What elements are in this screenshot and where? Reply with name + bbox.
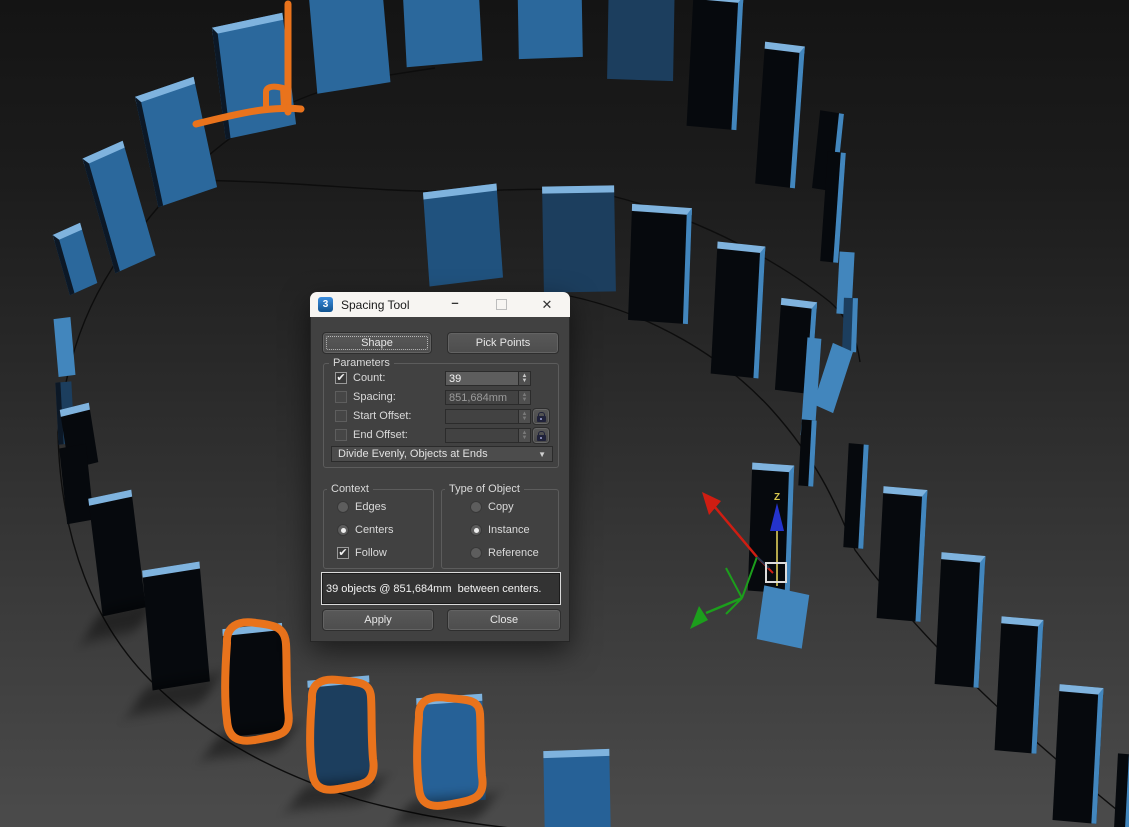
divide-mode-value: Divide Evenly, Objects at Ends xyxy=(338,448,488,460)
reference-label: Reference xyxy=(488,547,539,559)
close-button[interactable]: ✕ xyxy=(524,292,570,317)
start-offset-field[interactable] xyxy=(445,409,519,424)
start-offset-lock-button[interactable] xyxy=(532,408,550,425)
maximize-icon xyxy=(495,299,507,310)
annotation-stroke xyxy=(413,693,487,810)
viewport-3d[interactable]: Z 3 Spacing Tool – ✕ Shape Pick Points P… xyxy=(0,0,1129,827)
context-group-label: Context xyxy=(327,483,373,495)
dialog-body: Shape Pick Points Parameters ✔ Count: ▲▼… xyxy=(310,317,570,642)
instance-radio[interactable] xyxy=(470,524,482,536)
dialog-title: Spacing Tool xyxy=(341,297,410,312)
lock-icon xyxy=(536,431,546,441)
end-offset-label: End Offset: xyxy=(353,429,408,441)
centers-label: Centers xyxy=(355,524,394,536)
count-spinner[interactable]: ▲ ▼ xyxy=(519,371,531,386)
instance-label: Instance xyxy=(488,524,530,536)
annotation-stroke xyxy=(306,675,378,794)
start-offset-label: Start Offset: xyxy=(353,410,412,422)
count-label: Count: xyxy=(353,372,386,384)
status-text: 39 objects @ 851,684mm between centers. xyxy=(326,582,542,595)
count-field[interactable] xyxy=(445,371,519,386)
type-of-object-group-label: Type of Object xyxy=(445,483,524,495)
spacing-tool-dialog[interactable]: 3 Spacing Tool – ✕ Shape Pick Points Par… xyxy=(310,292,570,642)
close-dialog-button[interactable]: Close xyxy=(447,609,561,631)
end-offset-checkbox[interactable] xyxy=(335,429,347,441)
divide-mode-dropdown[interactable]: Divide Evenly, Objects at Ends ▼ xyxy=(331,446,553,462)
spacing-spinner[interactable]: ▲ ▼ xyxy=(519,390,531,405)
spacing-checkbox[interactable] xyxy=(335,391,347,403)
minimize-button[interactable]: – xyxy=(432,290,478,319)
copy-label: Copy xyxy=(488,501,514,513)
reference-radio[interactable] xyxy=(470,547,482,559)
spacing-label: Spacing: xyxy=(353,391,396,403)
start-offset-checkbox[interactable] xyxy=(335,410,347,422)
shape-button[interactable]: Shape xyxy=(322,332,432,354)
chevron-down-icon: ▼ xyxy=(538,449,546,459)
apply-button[interactable]: Apply xyxy=(322,609,434,631)
lock-icon xyxy=(536,412,546,422)
parameters-group-label: Parameters xyxy=(329,357,394,369)
annotation-stroke xyxy=(221,618,293,745)
end-offset-spinner[interactable]: ▲ ▼ xyxy=(519,428,531,443)
dialog-titlebar[interactable]: 3 Spacing Tool – ✕ xyxy=(310,292,570,317)
centers-radio[interactable] xyxy=(337,524,349,536)
3dsmax-app-icon: 3 xyxy=(318,297,333,312)
count-checkbox[interactable]: ✔ xyxy=(335,372,347,384)
start-offset-spinner[interactable]: ▲ ▼ xyxy=(519,409,531,424)
status-box: 39 objects @ 851,684mm between centers. xyxy=(321,572,561,605)
copy-radio[interactable] xyxy=(470,501,482,513)
edges-label: Edges xyxy=(355,501,387,513)
spacing-field[interactable] xyxy=(445,390,519,405)
follow-checkbox[interactable]: ✔ xyxy=(337,547,349,559)
pick-points-button[interactable]: Pick Points xyxy=(447,332,559,354)
end-offset-field[interactable] xyxy=(445,428,519,443)
follow-label: Follow xyxy=(355,547,387,559)
maximize-button[interactable] xyxy=(478,292,524,317)
edges-radio[interactable] xyxy=(337,501,349,513)
end-offset-lock-button[interactable] xyxy=(532,427,550,444)
